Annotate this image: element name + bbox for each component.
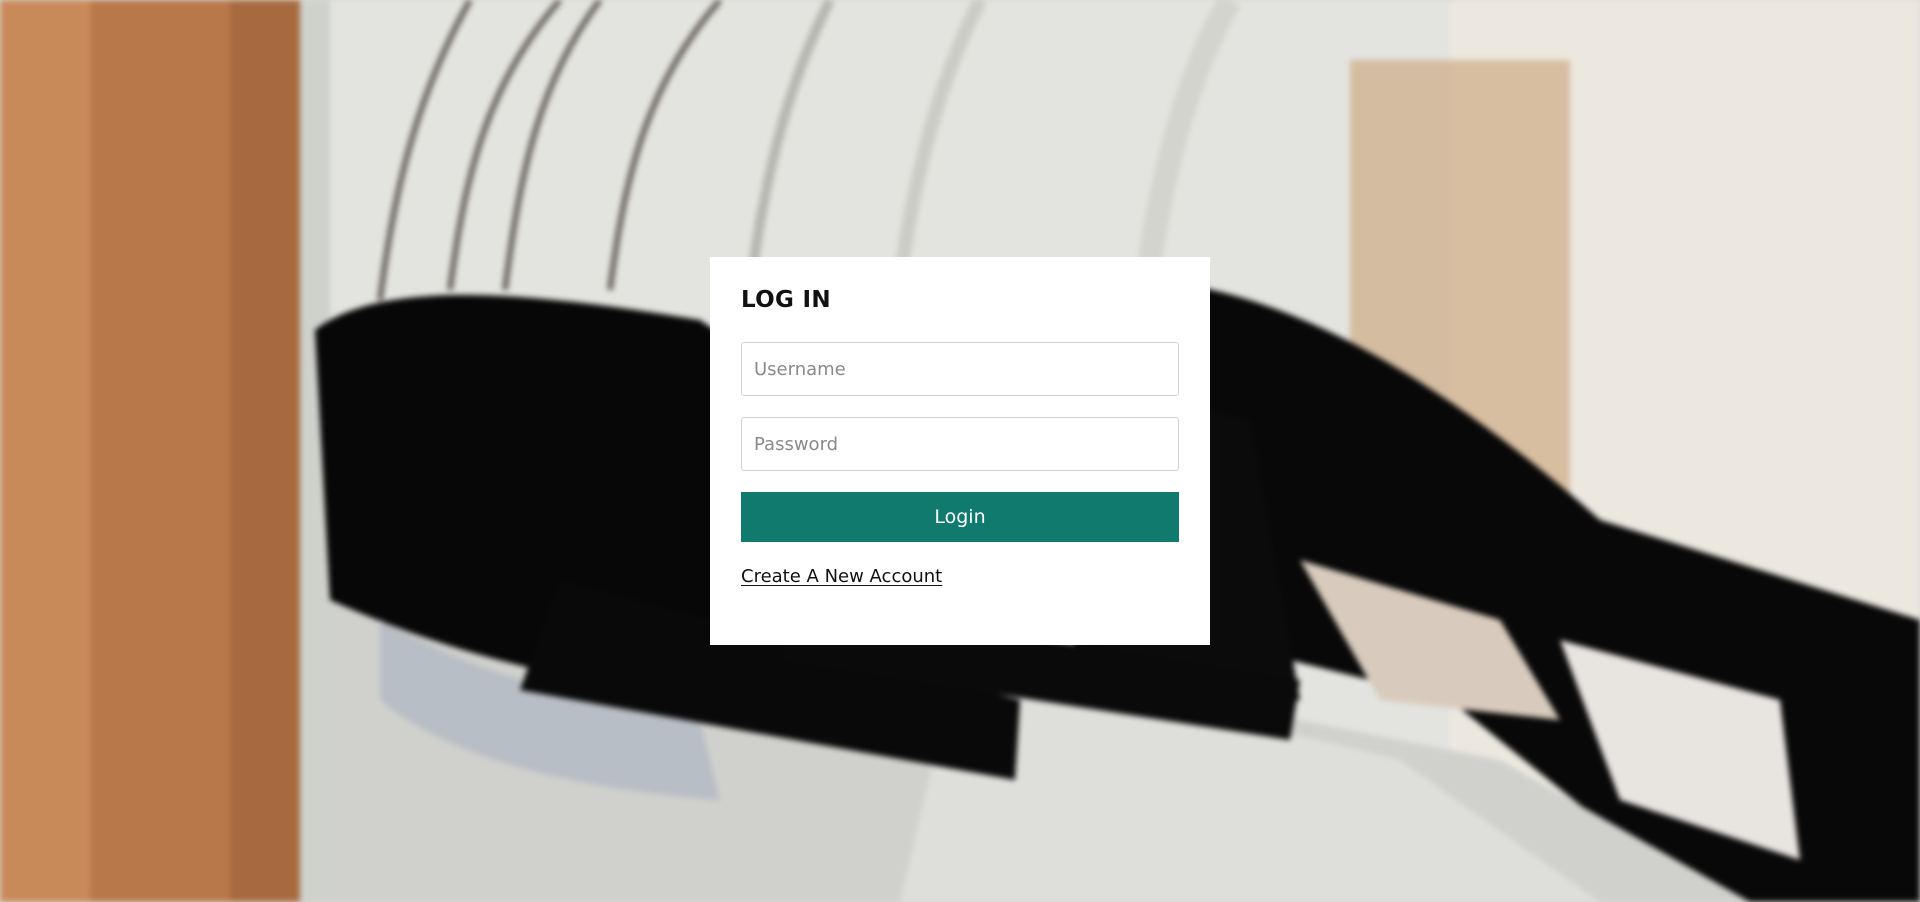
- login-title: LOG IN: [741, 287, 831, 313]
- username-input[interactable]: [741, 342, 1179, 396]
- create-account-link[interactable]: Create A New Account: [741, 566, 942, 587]
- login-button[interactable]: Login: [741, 492, 1179, 542]
- login-card: LOG IN Login Create A New Account: [710, 257, 1210, 645]
- login-page: LOG IN Login Create A New Account: [0, 0, 1920, 902]
- password-input[interactable]: [741, 417, 1179, 471]
